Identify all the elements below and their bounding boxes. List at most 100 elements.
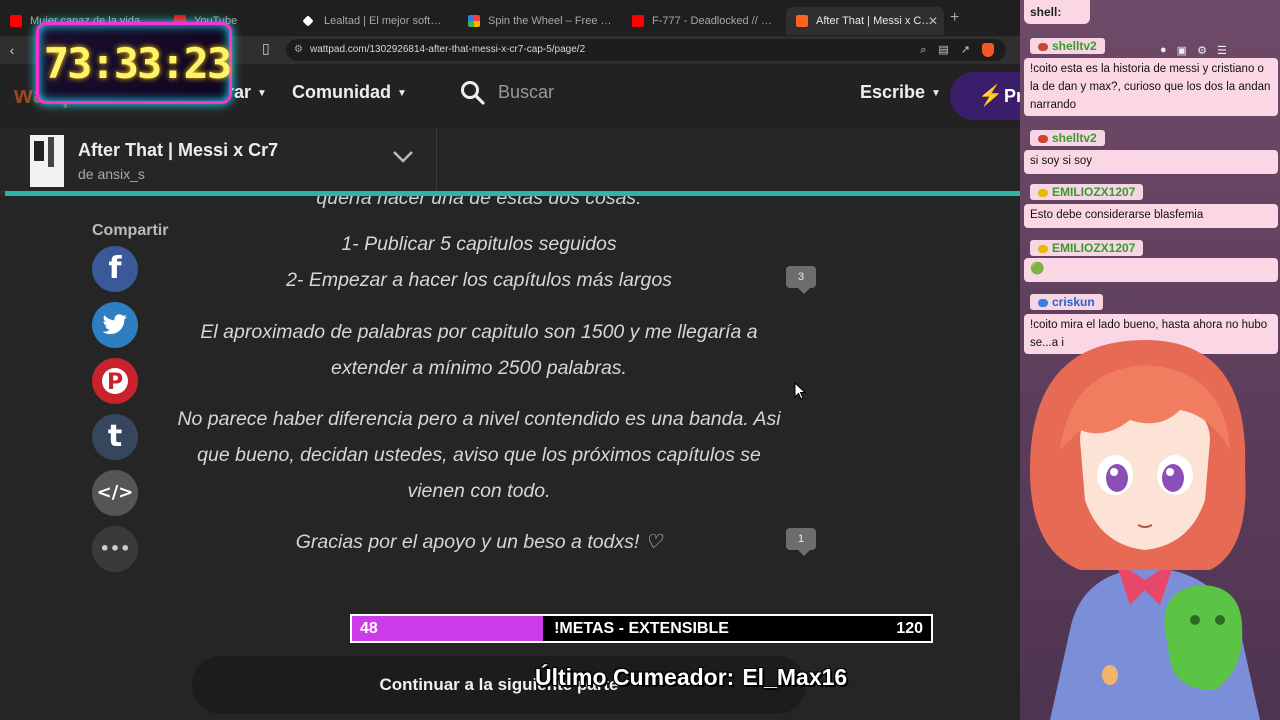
- reader-icon[interactable]: ▤: [938, 39, 948, 61]
- chat-message: Esto debe considerarse blasfemia: [1024, 204, 1278, 228]
- browser-tab[interactable]: Spin the Wheel – Free Wheel Spinne: [458, 7, 622, 35]
- tab-label: F-777 - Deadlocked // Launchpad Co: [652, 15, 786, 27]
- badge-icon: [1038, 188, 1048, 197]
- url-field[interactable]: ⚙ wattpad.com/1302926814-after-that-mess…: [286, 39, 1006, 61]
- brave-shield-icon[interactable]: [982, 43, 994, 57]
- new-tab-icon[interactable]: +: [950, 9, 959, 27]
- menu-icon[interactable]: ☰: [1217, 44, 1227, 57]
- tab-label: Spin the Wheel – Free Wheel Spinne: [488, 15, 622, 27]
- chat-toolbar: ● ▣ ⚙ ☰: [1160, 44, 1227, 57]
- lealtad-icon: [302, 15, 314, 27]
- chat-user: shell:: [1030, 5, 1062, 19]
- settings-icon[interactable]: ⚙: [1197, 44, 1207, 57]
- svg-text:P: P: [107, 370, 123, 395]
- paragraph: Gracias por el apoyo y un beso a todxs! …: [295, 531, 663, 553]
- goal-max: 120: [896, 620, 923, 637]
- more-button[interactable]: •••: [92, 526, 138, 572]
- chat-username: criskun: [1030, 294, 1103, 310]
- zoom-icon[interactable]: ⌕: [920, 39, 926, 61]
- chevron-down-icon: ▼: [931, 87, 941, 99]
- embed-button[interactable]: </>: [92, 470, 138, 516]
- inline-comment-count[interactable]: 3: [786, 266, 816, 294]
- badge-icon: [1038, 42, 1048, 51]
- last-cheerer-label: Último Cumeador:: [535, 664, 735, 690]
- browser-tab-active[interactable]: After That | Messi x Cr7 - Cap. 5✕: [786, 7, 944, 35]
- badge-icon: [1038, 298, 1048, 307]
- url-text: wattpad.com/1302926814-after-that-messi-…: [310, 44, 586, 55]
- back-icon[interactable]: ‹: [0, 42, 24, 58]
- chat-message: !coito esta es la historia de messi y cr…: [1024, 58, 1278, 116]
- paragraph-line: 1- Publicar 5 capitulos seguidos: [341, 233, 617, 255]
- story-cover[interactable]: [30, 135, 64, 187]
- story-author[interactable]: de ansix_s: [78, 166, 145, 182]
- story-header: After That | Messi x Cr7 de ansix_s: [0, 128, 1020, 192]
- tumblr-button[interactable]: t: [92, 414, 138, 460]
- bookmark-icon[interactable]: ▯: [262, 40, 270, 57]
- chat-user: EMILIOZX1207: [1052, 185, 1136, 199]
- chevron-down-icon[interactable]: [392, 150, 414, 164]
- wattpad-icon: [796, 15, 808, 27]
- twitter-icon: [102, 314, 127, 335]
- chat-username: EMILIOZX1207: [1030, 184, 1144, 200]
- lightning-icon: ⚡: [978, 85, 1003, 107]
- chat-user: EMILIOZX1207: [1052, 241, 1136, 255]
- mouse-cursor-icon: [794, 382, 806, 400]
- nav-write[interactable]: Escribe ▼: [860, 82, 941, 103]
- goal-label: !METAS - EXTENSIBLE: [554, 620, 729, 637]
- inline-comment-count[interactable]: 1: [786, 528, 816, 556]
- vtuber-avatar: [1030, 340, 1260, 720]
- nav-community-label: Comunidad: [292, 82, 391, 102]
- paragraph: 1- Publicar 5 capitulos seguidos 2- Empe…: [170, 226, 788, 298]
- chevron-down-icon: ▼: [397, 87, 407, 99]
- close-icon[interactable]: ✕: [928, 7, 938, 35]
- chat-username: shelltv2: [1030, 130, 1105, 146]
- nav-community[interactable]: Comunidad ▼: [292, 82, 407, 103]
- address-actions: ⌕ ▤ ↗: [920, 39, 994, 61]
- embed-icon: </>: [96, 482, 134, 503]
- goal-progress-bar: !METAS - EXTENSIBLE 48 120: [350, 614, 933, 643]
- facebook-icon: f: [108, 251, 122, 286]
- chat-message: 🟢: [1024, 258, 1278, 282]
- stream-timer: 73:33:23: [36, 22, 232, 104]
- twitter-button[interactable]: [92, 302, 138, 348]
- paragraph-line: 2- Empezar a hacer los capítulos más lar…: [286, 269, 672, 291]
- stream-screen: { "browser": { "tabs": [ {"label": "Muje…: [0, 0, 1280, 720]
- share-icon[interactable]: ↗: [961, 39, 970, 61]
- wheel-icon: [468, 15, 480, 27]
- browser-tab[interactable]: Lealtad | El mejor software para pote: [294, 7, 458, 35]
- story-title[interactable]: After That | Messi x Cr7: [78, 140, 278, 161]
- search-icon[interactable]: [460, 80, 486, 106]
- paragraph-cut: quería hacer una de estas dos cosas:: [316, 196, 642, 209]
- chat-user: criskun: [1052, 295, 1095, 309]
- chat-user: shelltv2: [1052, 131, 1097, 145]
- share-label: Compartir: [92, 222, 169, 239]
- youtube-icon: [10, 15, 22, 27]
- chat-username: EMILIOZX1207: [1030, 240, 1144, 256]
- chat-top-user: shell:: [1024, 0, 1090, 24]
- badge-icon: [1038, 134, 1048, 143]
- goal-current: 48: [360, 620, 378, 637]
- last-cheerer-name: El_Max16: [742, 664, 848, 690]
- chevron-down-icon: ▼: [257, 87, 267, 99]
- chat-message: si soy si soy: [1024, 150, 1278, 174]
- paragraph: No parece haber diferencia pero a nivel …: [177, 408, 781, 502]
- facebook-button[interactable]: f: [92, 246, 138, 292]
- site-info-icon[interactable]: ⚙: [294, 39, 303, 61]
- chat-user: shelltv2: [1052, 39, 1097, 53]
- tab-label: After That | Messi x Cr7 - Cap. 5: [816, 15, 944, 27]
- chat-username: shelltv2: [1030, 38, 1105, 54]
- paragraph: El aproximado de palabras por capitulo s…: [200, 321, 758, 379]
- more-icon: •••: [99, 539, 131, 558]
- tumblr-icon: t: [107, 419, 123, 454]
- capture-icon[interactable]: ▣: [1177, 44, 1187, 57]
- search-input[interactable]: [498, 82, 698, 103]
- record-icon[interactable]: ●: [1160, 44, 1167, 57]
- timer-value: 73:33:23: [43, 39, 232, 88]
- badge-icon: [1038, 244, 1048, 253]
- youtube-icon: [632, 15, 644, 27]
- divider: [436, 128, 437, 192]
- pinterest-button[interactable]: P: [92, 358, 138, 404]
- tab-label: Lealtad | El mejor software para pote: [324, 15, 458, 27]
- browser-tab[interactable]: F-777 - Deadlocked // Launchpad Co: [622, 7, 786, 35]
- nav-write-label: Escribe: [860, 82, 926, 102]
